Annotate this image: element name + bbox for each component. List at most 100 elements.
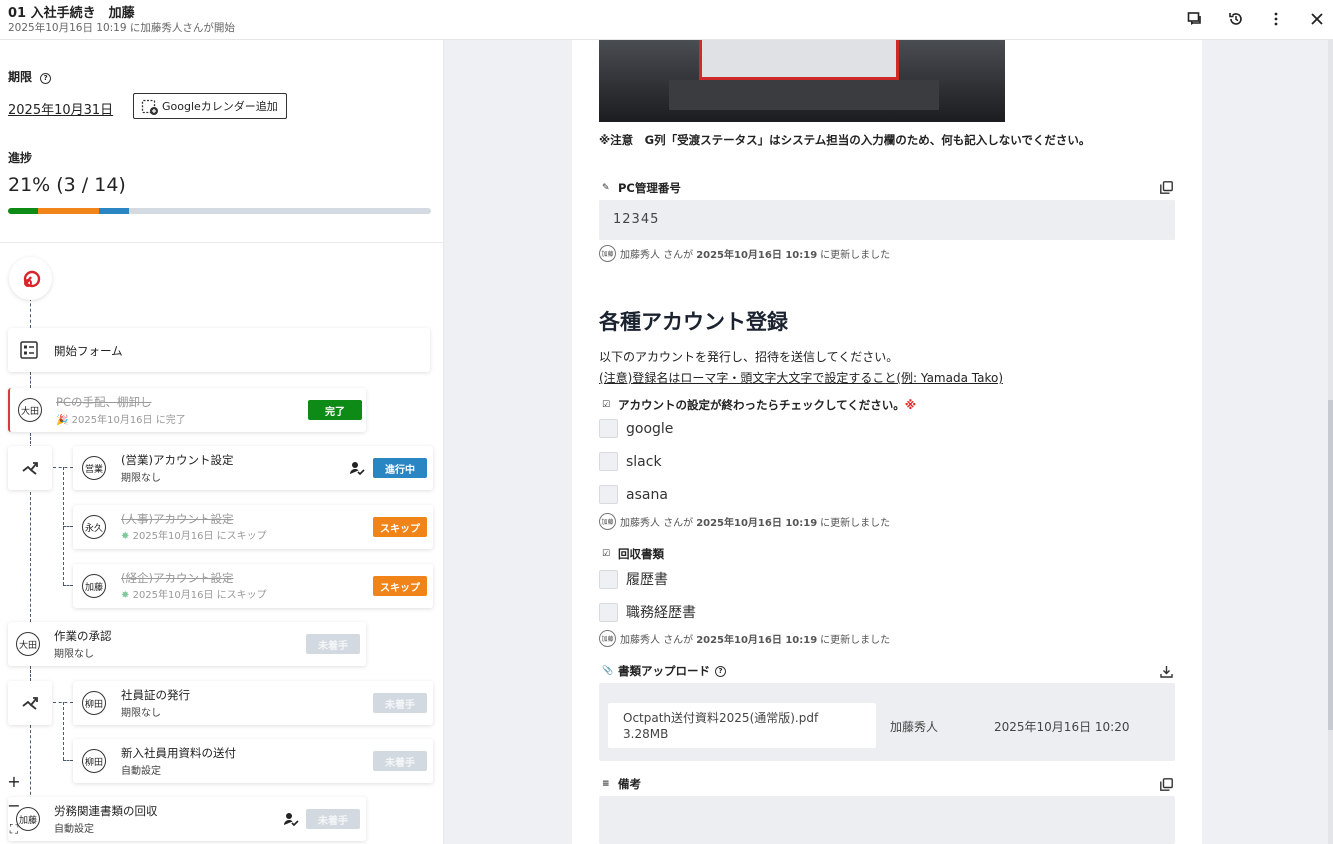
remarks-label: ≡ 備考	[602, 777, 641, 791]
progress-label: 進捗	[8, 151, 33, 165]
status-badge: 未着手	[373, 751, 427, 771]
comments-icon[interactable]	[1184, 8, 1206, 30]
update-meta: 加藤 加藤秀人 さんが 2025年10月16日 10:19 に更新しました	[599, 245, 890, 262]
task-card-planning-account[interactable]: 加藤 (経企)アカウント設定 ✸ 2025年10月16日 にスキップ スキップ	[73, 564, 433, 608]
user-avatar: 加藤	[599, 513, 616, 530]
task-due: 期限なし	[121, 473, 161, 484]
checkbox-asana[interactable]: asana	[599, 485, 668, 504]
status-badge: スキップ	[373, 576, 427, 596]
checkbox-icon: ☑	[602, 549, 611, 559]
process-title: 01 入社手続き 加藤	[8, 6, 135, 21]
deadline-label: 期限 ?	[8, 68, 52, 85]
task-card-send-materials[interactable]: 柳田 新入社員用資料の送付 自動設定 未着手	[73, 739, 433, 783]
form-icon	[20, 341, 38, 359]
assignee-avatar: 大田	[16, 632, 40, 656]
help-icon[interactable]: ?	[715, 665, 726, 677]
branch-node[interactable]	[8, 681, 52, 725]
copy-icon[interactable]	[1160, 776, 1173, 795]
zoom-out-button[interactable]: −	[5, 796, 23, 815]
branch-node[interactable]	[8, 446, 52, 490]
required-mark: ※	[904, 398, 916, 412]
task-title: 社員証の発行	[121, 688, 190, 702]
zoom-in-button[interactable]: +	[5, 772, 23, 791]
upload-label: 📎 書類アップロード ?	[602, 663, 726, 679]
task-title: PCの手配、棚卸し	[56, 395, 152, 409]
assignee-avatar: 永久	[82, 515, 106, 539]
assignee-check-icon	[350, 462, 365, 476]
skip-icon: ✸	[121, 531, 130, 542]
status-badge: 完了	[308, 400, 362, 420]
status-badge: スキップ	[373, 517, 427, 537]
process-sidebar: 期限 ? 2025年10月31日 Googleカレンダー追加 進捗 21% (3…	[0, 40, 444, 844]
assignee-avatar: 柳田	[82, 749, 106, 773]
task-due: 期限なし	[54, 649, 94, 660]
progress-bar	[8, 208, 431, 214]
task-due: 自動設定	[121, 766, 161, 777]
pc-number-field[interactable]: 12345	[599, 200, 1175, 240]
task-title: (営業)アカウント設定	[121, 453, 234, 467]
close-icon[interactable]	[1306, 8, 1328, 30]
pc-number-label: ✎ PC管理番号	[602, 181, 681, 195]
checkbox-resume[interactable]: 履歴書	[599, 569, 668, 589]
task-title: 新入社員用資料の送付	[121, 746, 236, 760]
form-note: ※注意 G列「受渡ステータス」はシステム担当の入力欄のため、何も記入しないでくだ…	[599, 133, 1091, 147]
deadline-date-link[interactable]: 2025年10月31日	[8, 99, 113, 118]
assignee-avatar: 営業	[82, 456, 106, 480]
checkbox-work-history[interactable]: 職務経歴書	[599, 602, 696, 622]
task-title: (人事)アカウント設定	[121, 512, 234, 526]
section-caution: (注意)登録名はローマ字・頭文字大文字で設定すること(例: Yamada Tak…	[599, 371, 1004, 385]
copy-icon[interactable]	[1160, 179, 1173, 198]
task-card-labor-documents[interactable]: 加藤 労務関連書類の回収 自動設定 未着手	[8, 797, 366, 841]
progress-value: 21% (3 / 14)	[8, 174, 126, 196]
flow-start-node[interactable]	[9, 257, 52, 300]
more-menu-icon[interactable]	[1265, 8, 1287, 30]
flow-connector	[63, 702, 64, 760]
octpath-logo-icon	[23, 270, 41, 288]
pc-number-value: 12345	[613, 212, 660, 227]
form-panel: ※注意 G列「受渡ステータス」はシステム担当の入力欄のため、何も記入しないでくだ…	[572, 40, 1202, 844]
fit-view-button[interactable]: ⛶	[5, 820, 23, 838]
paperclip-icon: 📎	[602, 666, 614, 676]
remarks-field[interactable]	[599, 796, 1175, 844]
scrollbar[interactable]	[1328, 40, 1333, 844]
done-icon: 🎉	[56, 415, 69, 426]
flow-connector	[30, 492, 31, 622]
progress-segment-in-progress	[98, 208, 129, 214]
task-status-text: ✸ 2025年10月16日 にスキップ	[121, 531, 267, 542]
divider	[0, 242, 443, 243]
task-card-hr-account[interactable]: 永久 (人事)アカウント設定 ✸ 2025年10月16日 にスキップ スキップ	[73, 505, 433, 549]
task-title: 作業の承認	[54, 629, 112, 643]
flow-connector	[30, 725, 31, 805]
process-subtitle: 2025年10月16日 10:19 に加藤秀人さんが開始	[8, 22, 235, 34]
calendar-add-icon	[141, 99, 158, 115]
task-status-text: ✸ 2025年10月16日 にスキップ	[121, 590, 267, 601]
download-icon[interactable]	[1160, 663, 1173, 682]
skip-icon: ✸	[121, 590, 130, 601]
history-icon[interactable]	[1225, 8, 1247, 30]
task-title: (経企)アカウント設定	[121, 571, 234, 585]
branch-icon	[22, 462, 38, 475]
uploaded-file[interactable]: Octpath送付資料2025(通常版).pdf 3.28MB	[608, 703, 876, 748]
checkbox-google[interactable]: google	[599, 419, 673, 438]
flow-connector	[30, 372, 31, 388]
branch-icon	[22, 697, 38, 710]
checkbox-slack[interactable]: slack	[599, 452, 662, 471]
uploader-name: 加藤秀人	[890, 720, 939, 734]
task-card-approval[interactable]: 大田 作業の承認 期限なし 未着手	[8, 622, 366, 666]
assignee-check-icon	[284, 813, 299, 827]
status-badge: 未着手	[306, 809, 360, 829]
task-card-pc-setup[interactable]: 大田 PCの手配、棚卸し 🎉 2025年10月16日 に完了 完了	[8, 388, 366, 432]
assignee-avatar: 柳田	[82, 691, 106, 715]
file-size: 3.28MB	[623, 727, 669, 741]
task-status-text: 🎉 2025年10月16日 に完了	[56, 415, 186, 426]
task-card-id-card[interactable]: 柳田 社員証の発行 期限なし 未着手	[73, 681, 433, 725]
start-form-card[interactable]: 開始フォーム	[8, 328, 430, 372]
assignee-avatar: 加藤	[82, 574, 106, 598]
section-title: 各種アカウント登録	[599, 310, 788, 334]
google-calendar-add-button[interactable]: Googleカレンダー追加	[133, 93, 287, 119]
progress-segment-done	[8, 208, 39, 214]
user-avatar: 加藤	[599, 245, 616, 262]
user-avatar: 加藤	[599, 630, 616, 647]
help-icon[interactable]: ?	[40, 73, 52, 84]
task-card-sales-account[interactable]: 営業 (営業)アカウント設定 期限なし 進行中	[73, 446, 433, 490]
